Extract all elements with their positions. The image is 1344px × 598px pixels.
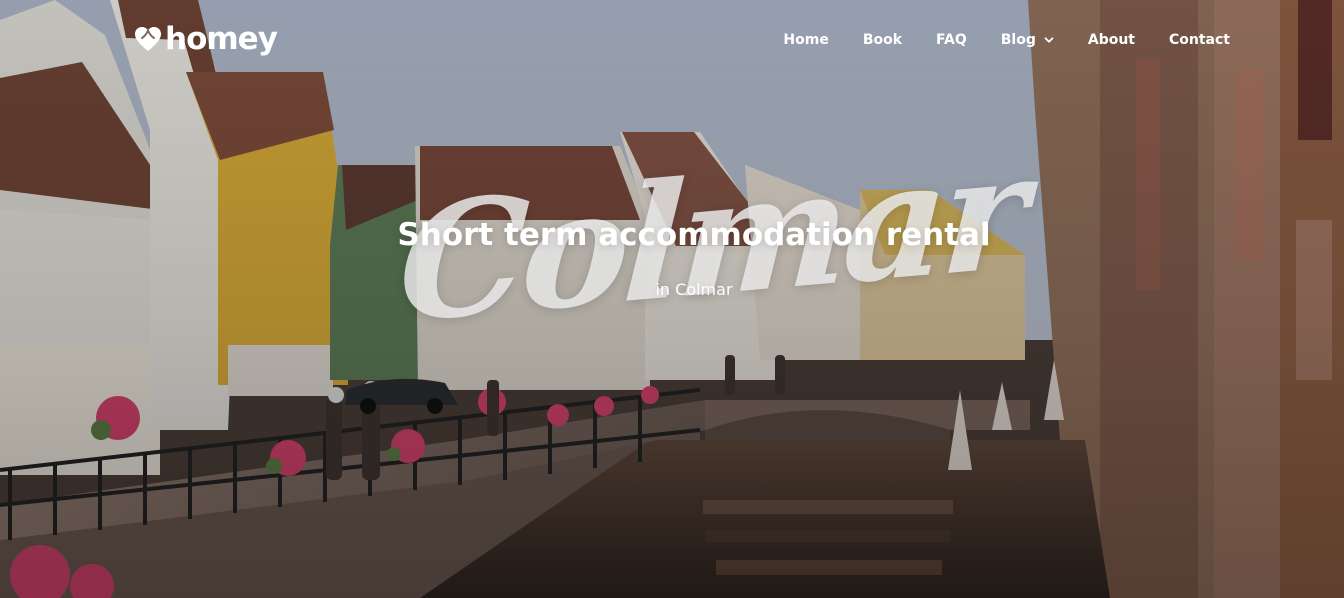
nav-blog-label: Blog — [1000, 32, 1036, 48]
brand-name: homey — [165, 21, 278, 57]
site-header: homey Home Book FAQ Blog About Contact — [0, 0, 1344, 82]
colmar-canal-photo — [0, 0, 1344, 598]
nav-book-link[interactable]: Book — [863, 31, 902, 49]
nav-home-label: Home — [783, 32, 829, 48]
nav-contact-link[interactable]: Contact — [1169, 31, 1230, 49]
heart-logo-icon — [135, 26, 161, 51]
nav-faq-link[interactable]: FAQ — [936, 31, 967, 49]
site-logo[interactable]: homey — [134, 21, 278, 57]
hero-section: homey Home Book FAQ Blog About Contact C… — [0, 0, 1344, 598]
nav-about-link[interactable]: About — [1088, 31, 1135, 49]
chevron-down-icon — [1044, 37, 1054, 43]
nav-faq-label: FAQ — [936, 32, 967, 48]
nav-contact-label: Contact — [1169, 32, 1230, 48]
nav-home-link[interactable]: Home — [783, 31, 828, 49]
main-nav: Home Book FAQ Blog About Contact — [783, 31, 1230, 49]
nav-blog-link[interactable]: Blog — [1001, 31, 1054, 49]
nav-about-label: About — [1087, 32, 1135, 48]
nav-book-label: Book — [862, 32, 903, 48]
